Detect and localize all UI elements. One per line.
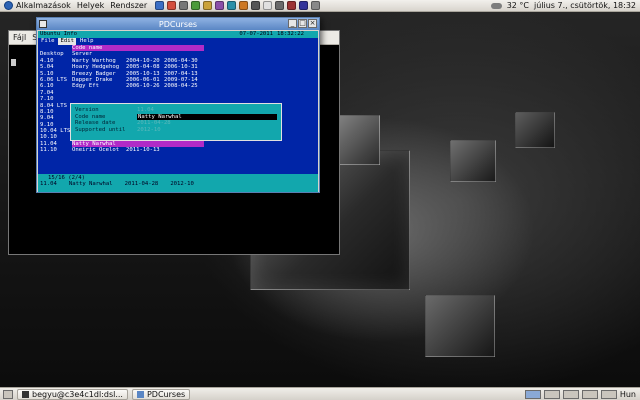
places-menu[interactable]: Helyek <box>77 1 104 10</box>
window-icon[interactable] <box>39 20 47 28</box>
window-controls: _ □ × <box>288 19 317 28</box>
workspace-switcher: Hun <box>524 389 640 399</box>
maximize-button[interactable]: □ <box>298 19 307 28</box>
launcher-icon[interactable] <box>263 1 273 10</box>
dialog-field-label: Code name <box>75 113 106 120</box>
dialog-field-label: Version <box>75 107 99 113</box>
table-cell: Oneiric Ocelot <box>72 147 120 154</box>
status-release: 2011-04-28 <box>124 181 159 188</box>
clock[interactable]: július 7., csütörtök, 18:32 <box>534 1 636 10</box>
table-row[interactable]: 11.10 Oneiric Ocelot 2011-10-13 <box>38 147 318 153</box>
terminal-cursor <box>11 59 16 66</box>
bottom-panel: begyu@c3e4c1dl:dsl... PDCurses Hun <box>0 387 640 400</box>
taskbar-item-terminal[interactable]: begyu@c3e4c1dl:dsl... <box>17 388 128 400</box>
pdcurses-window[interactable]: PDCurses _ □ × Ubuntu Info 07-07-2011 18… <box>36 17 320 193</box>
terminal-icon <box>22 390 29 398</box>
dialog-field[interactable]: Supported until 2012-10 <box>75 127 277 134</box>
curses-menu-file[interactable]: File <box>39 38 56 44</box>
launcher-icon[interactable] <box>179 1 189 10</box>
launcher-icon[interactable] <box>239 1 249 10</box>
dialog-field[interactable]: Release date 2011-04-28 <box>75 120 277 127</box>
pdcurses-titlebar[interactable]: PDCurses _ □ × <box>37 18 319 30</box>
launcher-icon[interactable] <box>191 1 201 10</box>
top-panel: Alkalmazások Helyek Rendszer 32 °C júliu… <box>0 0 640 12</box>
curses-menu-help[interactable]: Help <box>78 38 95 44</box>
taskbar-terminal-label: begyu@c3e4c1dl:dsl... <box>32 389 123 399</box>
dialog-field[interactable]: Code name Natty Narwhal <box>75 113 277 121</box>
dialog-field-value[interactable]: Natty Narwhal <box>137 113 277 121</box>
status-details: 11.04 Natty Narwhal 2011-04-28 2012-10 <box>38 181 318 187</box>
edit-dialog[interactable]: Version 11.04 Code name Natty Narwhal Releas… <box>70 103 282 141</box>
system-menu[interactable]: Rendszer <box>110 1 147 10</box>
dialog-field-label: Release date <box>75 120 116 127</box>
minimize-button[interactable]: _ <box>288 19 297 28</box>
launcher-tray <box>155 1 321 10</box>
curses-menu-edit[interactable]: Edit <box>58 38 76 45</box>
pdcurses-icon <box>136 390 144 398</box>
launcher-icon[interactable] <box>203 1 213 10</box>
applications-menu[interactable]: Alkalmazások <box>0 1 71 10</box>
table-cell: 2011-10-13 <box>126 147 160 154</box>
top-panel-indicators: 32 °C július 7., csütörtök, 18:32 <box>490 1 640 10</box>
window-title: PDCurses <box>158 19 198 29</box>
show-desktop-button[interactable] <box>3 389 13 399</box>
status-support: 2012-10 <box>170 181 194 188</box>
curses-menubar: File Edit Help <box>38 38 318 45</box>
launcher-icon[interactable] <box>311 1 321 10</box>
workspace-5[interactable] <box>600 389 617 399</box>
app-title: Ubuntu Info <box>40 31 78 38</box>
workspace-2[interactable] <box>543 389 560 399</box>
keyboard-layout[interactable]: Hun <box>620 390 636 399</box>
curses-status-bar: 15/16 (2/4) 11.04 Natty Narwhal 2011-04-… <box>38 174 318 192</box>
close-button[interactable]: × <box>308 19 317 28</box>
taskbar-item-pdcurses[interactable]: PDCurses <box>131 388 191 400</box>
dialog-field-label: Supported until <box>75 126 126 133</box>
launcher-icon[interactable] <box>167 1 177 10</box>
workspace-4[interactable] <box>581 389 598 399</box>
table-cell: 11.10 <box>40 147 57 154</box>
workspace-1[interactable] <box>524 389 541 399</box>
terminal-menu-file[interactable]: Fájl <box>13 33 26 42</box>
table-cell <box>164 147 204 153</box>
dialog-field-value[interactable]: 2012-10 <box>137 127 237 134</box>
status-version: 11.04 <box>40 181 57 188</box>
launcher-icon[interactable] <box>227 1 237 10</box>
launcher-icon[interactable] <box>251 1 261 10</box>
dialog-field-value[interactable]: 2011-04-28 <box>137 120 237 127</box>
launcher-icon[interactable] <box>275 1 285 10</box>
wallpaper-cube-floating-2 <box>515 112 555 148</box>
curses-top-bar: Ubuntu Info 07-07-2011 18:32:22 <box>38 31 318 38</box>
curses-date: 07-07-2011 <box>239 31 274 38</box>
status-position: 15/16 (2/4) <box>48 175 86 181</box>
taskbar-pdcurses-label: PDCurses <box>146 389 186 399</box>
status-codename: Natty Narwhal <box>68 181 113 188</box>
weather-temperature[interactable]: 32 °C <box>507 1 529 10</box>
launcher-icon[interactable] <box>299 1 309 10</box>
launcher-icon[interactable] <box>287 1 297 10</box>
wallpaper-cube-floating-1 <box>450 140 496 182</box>
dialog-field[interactable]: Version 11.04 <box>75 107 277 114</box>
wallpaper-cube-floating-3 <box>425 295 495 357</box>
curses-screen[interactable]: Ubuntu Info 07-07-2011 18:32:22 File Edi… <box>38 31 318 192</box>
launcher-icon[interactable] <box>155 1 165 10</box>
curses-time: 18:32:22 <box>277 31 304 38</box>
menu-places-label: Helyek <box>76 1 105 10</box>
menu-system-label: Rendszer <box>110 1 148 10</box>
weather-cloud-icon <box>490 2 502 9</box>
launcher-icon[interactable] <box>215 1 225 10</box>
menu-applications-label: Alkalmazások <box>16 1 71 10</box>
dialog-field-value[interactable]: 11.04 <box>137 107 237 114</box>
gnome-foot-icon <box>4 1 13 10</box>
workspace-3[interactable] <box>562 389 579 399</box>
